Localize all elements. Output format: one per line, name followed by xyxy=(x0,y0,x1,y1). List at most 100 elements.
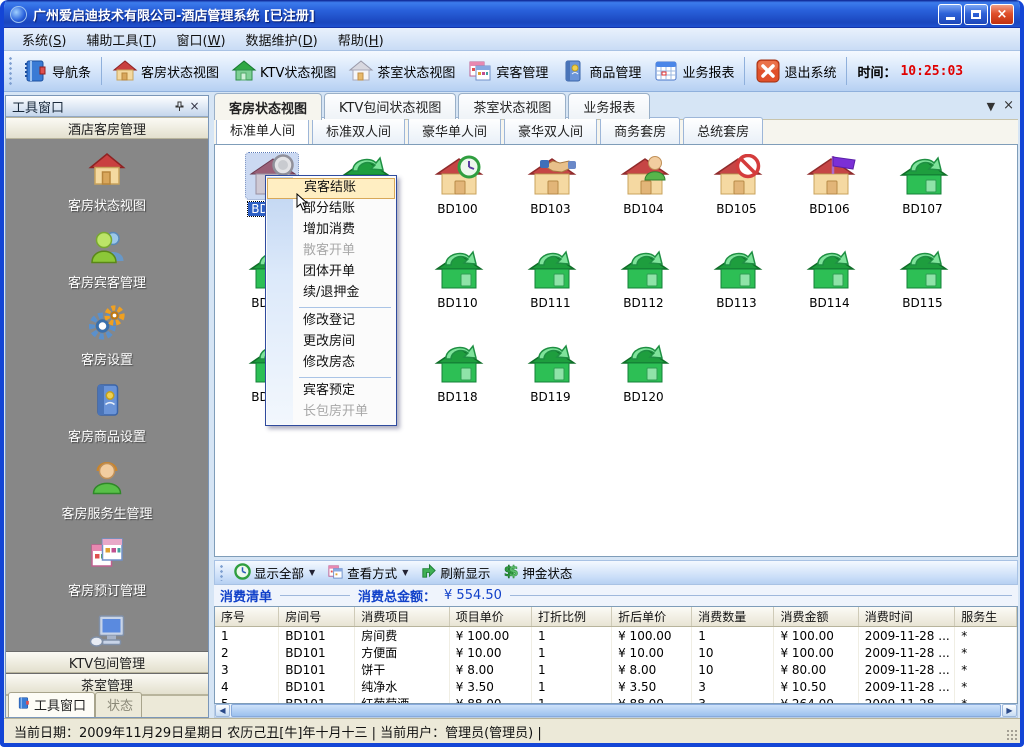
bottom-toolbar-button[interactable]: 显示全部▼ xyxy=(228,562,321,584)
sidebar-item[interactable]: 客房状态视图 xyxy=(6,151,208,214)
sidebar-item[interactable]: 客房宾客管理 xyxy=(6,228,208,291)
menu-item-d[interactable]: 数据维护(D) xyxy=(236,28,328,51)
room-BD115[interactable]: BD115 xyxy=(876,247,969,341)
doc-tab[interactable]: 茶室状态视图 xyxy=(458,93,566,119)
toolbar-grip[interactable] xyxy=(8,56,13,86)
sidebar-item[interactable]: 客房其他款项登记 xyxy=(6,613,208,651)
minimize-button[interactable] xyxy=(938,4,962,25)
room-house-vacant-icon xyxy=(897,247,949,293)
sidebar-item[interactable]: 客房设置 xyxy=(6,305,208,368)
toolbar-button-7[interactable]: 业务报表 xyxy=(647,56,740,86)
room-BD104[interactable]: BD104 xyxy=(597,153,690,247)
room-BD105[interactable]: BD105 xyxy=(690,153,783,247)
tab-close-icon[interactable]: × xyxy=(1003,100,1014,113)
bottom-toolbar-button[interactable]: 查看方式▼ xyxy=(321,562,414,584)
context-menu-item[interactable]: 修改房态 xyxy=(267,353,395,374)
toolbar-button-8[interactable]: 退出系统 xyxy=(749,56,842,86)
main-toolbar-items: 导航条客房状态视图KTV状态视图茶室状态视图宾客管理商品管理业务报表退出系统 xyxy=(17,56,851,86)
column-header[interactable]: 消费项目 xyxy=(355,607,450,627)
scroll-thumb[interactable] xyxy=(231,704,1001,717)
section-hotel-room-mgmt[interactable]: 酒店客房管理 xyxy=(6,117,208,139)
sidebar-item[interactable]: 客房服务生管理 xyxy=(6,459,208,522)
context-menu-item[interactable]: 宾客结账 xyxy=(267,178,395,199)
blue-book-icon xyxy=(87,382,127,422)
room-BD120[interactable]: BD120 xyxy=(597,341,690,435)
column-header[interactable]: 消费金额 xyxy=(774,607,858,627)
room-type-tab[interactable]: 标准双人间 xyxy=(312,117,405,144)
column-header[interactable]: 打折比例 xyxy=(531,607,611,627)
room-type-tab[interactable]: 豪华单人间 xyxy=(408,117,501,144)
bottom-toolbar-button[interactable]: 刷新显示 xyxy=(414,562,496,584)
maximize-button[interactable] xyxy=(964,4,988,25)
pin-icon[interactable] xyxy=(172,99,187,114)
toolbar-button-3[interactable]: KTV状态视图 xyxy=(225,56,342,86)
room-type-tab[interactable]: 商务套房 xyxy=(600,117,680,144)
bottom-toolbar-grip[interactable] xyxy=(219,564,224,581)
column-header[interactable]: 消费时间 xyxy=(858,607,955,627)
room-BD106[interactable]: BD106 xyxy=(783,153,876,247)
table-row[interactable]: 2BD101方便面¥ 10.001¥ 10.0010¥ 100.002009-1… xyxy=(215,644,1017,661)
table-row[interactable]: 5BD101红葡萄酒¥ 88.001¥ 88.003¥ 264.002009-1… xyxy=(215,695,1017,704)
toolbar-separator xyxy=(101,57,102,85)
section-KTV包间管理[interactable]: KTV包间管理 xyxy=(6,651,208,673)
room-BD110[interactable]: BD110 xyxy=(411,247,504,341)
table-row[interactable]: 1BD101房间费¥ 100.001¥ 100.001¥ 100.002009-… xyxy=(215,627,1017,645)
doc-tab[interactable]: 客房状态视图 xyxy=(214,93,322,120)
context-menu-item: 散客开单 xyxy=(267,241,395,262)
table-row[interactable]: 4BD101纯净水¥ 3.501¥ 3.503¥ 10.502009-11-28… xyxy=(215,678,1017,695)
room-BD107[interactable]: BD107 xyxy=(876,153,969,247)
toolbar-button-6[interactable]: 商品管理 xyxy=(554,56,647,86)
time-display: 时间： 10:25:03 xyxy=(851,62,969,81)
context-menu-item[interactable]: 部分结账 xyxy=(267,199,395,220)
column-header[interactable]: 消费数量 xyxy=(692,607,774,627)
menu-item-s[interactable]: 系统(S) xyxy=(12,28,76,51)
column-header[interactable]: 房间号 xyxy=(279,607,355,627)
doc-tab[interactable]: KTV包间状态视图 xyxy=(324,93,456,119)
column-header[interactable]: 服务生 xyxy=(955,607,1017,627)
time-value: 10:25:03 xyxy=(900,64,963,79)
panel-tab-状态[interactable]: 状态 xyxy=(95,692,142,717)
room-BD114[interactable]: BD114 xyxy=(783,247,876,341)
context-menu-item[interactable]: 团体开单 xyxy=(267,262,395,283)
doc-tab[interactable]: 业务报表 xyxy=(568,93,650,119)
context-menu-item[interactable]: 宾客预定 xyxy=(267,381,395,402)
table-row[interactable]: 3BD101饼干¥ 8.001¥ 8.0010¥ 80.002009-11-28… xyxy=(215,661,1017,678)
scroll-left-icon[interactable]: ◀ xyxy=(215,704,230,717)
tab-dropdown-icon[interactable]: ▼ xyxy=(987,100,995,113)
dropdown-caret-icon: ▼ xyxy=(402,568,408,577)
room-BD112[interactable]: BD112 xyxy=(597,247,690,341)
context-menu-item[interactable]: 增加消费 xyxy=(267,220,395,241)
scroll-right-icon[interactable]: ▶ xyxy=(1002,704,1017,717)
panel-close-icon[interactable]: × xyxy=(187,99,202,114)
context-menu-item[interactable]: 更改房间 xyxy=(267,332,395,353)
room-BD118[interactable]: BD118 xyxy=(411,341,504,435)
column-header[interactable]: 项目单价 xyxy=(449,607,531,627)
room-BD119[interactable]: BD119 xyxy=(504,341,597,435)
menu-item-w[interactable]: 窗口(W) xyxy=(167,28,236,51)
menu-item-t[interactable]: 辅助工具(T) xyxy=(76,28,166,51)
room-type-tab[interactable]: 豪华双人间 xyxy=(504,117,597,144)
body-row: 工具窗口 × 酒店客房管理 客房状态视图客房宾客管理客房设置客房商品设置客房服务… xyxy=(4,92,1020,718)
close-button[interactable]: × xyxy=(990,4,1014,25)
room-BD103[interactable]: BD103 xyxy=(504,153,597,247)
context-menu-item[interactable]: 续/退押金 xyxy=(267,283,395,304)
panel-tab-工具窗口[interactable]: 工具窗口 xyxy=(8,692,95,717)
room-BD113[interactable]: BD113 xyxy=(690,247,783,341)
resize-grip[interactable] xyxy=(1006,729,1018,741)
room-BD100[interactable]: BD100 xyxy=(411,153,504,247)
toolbar-button-4[interactable]: 茶室状态视图 xyxy=(342,56,461,86)
toolbar-button-2[interactable]: 客房状态视图 xyxy=(106,56,225,86)
toolbar-button-5[interactable]: 宾客管理 xyxy=(461,56,554,86)
room-BD111[interactable]: BD111 xyxy=(504,247,597,341)
context-menu-item[interactable]: 修改登记 xyxy=(267,311,395,332)
room-type-tab[interactable]: 总统套房 xyxy=(683,117,763,144)
column-header[interactable]: 序号 xyxy=(215,607,279,627)
deposit-dollar-icon: $$ xyxy=(502,563,519,583)
sidebar-item[interactable]: 客房预订管理 xyxy=(6,536,208,599)
bottom-toolbar-button[interactable]: $$押金状态 xyxy=(496,562,578,584)
menu-item-h[interactable]: 帮助(H) xyxy=(328,28,394,51)
room-house-vacant-icon xyxy=(432,247,484,293)
column-header[interactable]: 折后单价 xyxy=(612,607,692,627)
sidebar-item[interactable]: 客房商品设置 xyxy=(6,382,208,445)
toolbar-button-1[interactable]: 导航条 xyxy=(17,56,97,86)
